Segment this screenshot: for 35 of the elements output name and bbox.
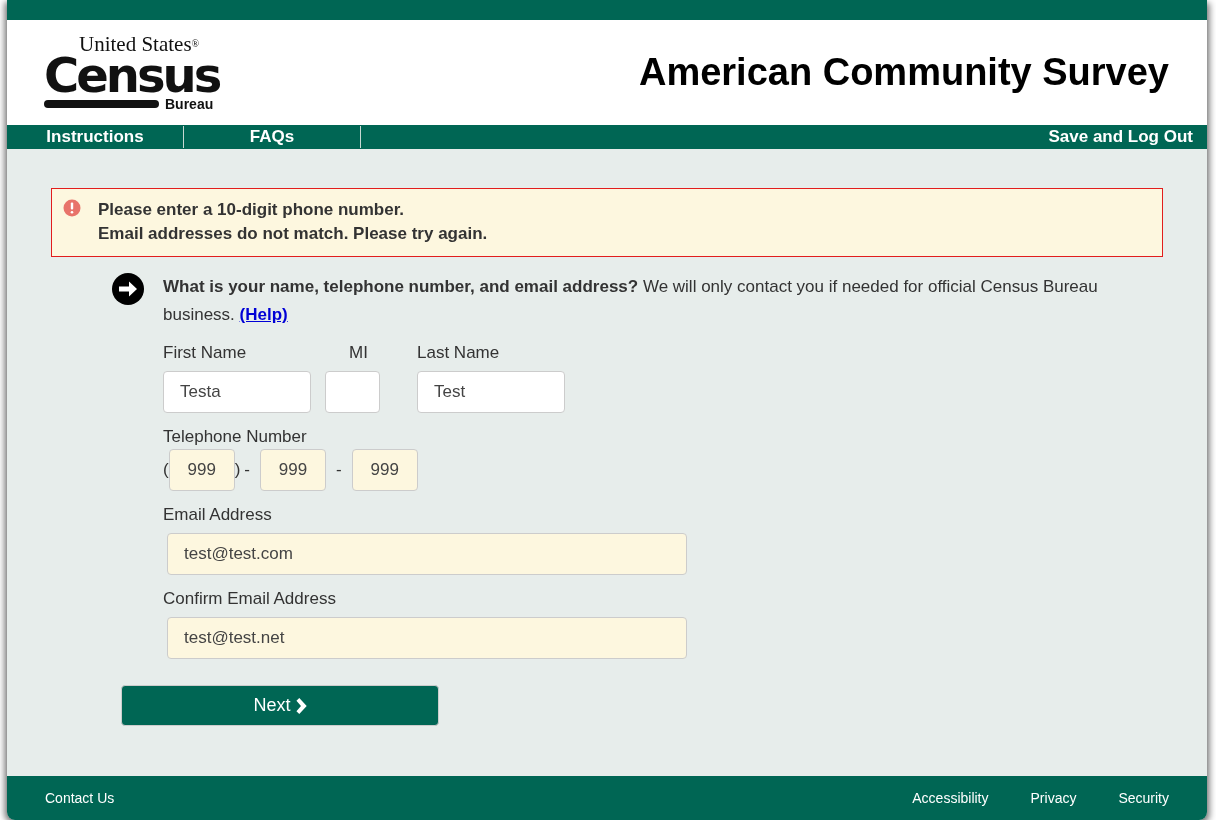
phone-field[interactable]: 999 (168, 449, 235, 491)
phone-field[interactable]: 999 (351, 449, 418, 491)
logout-link[interactable]: Save and Log Out (1048, 127, 1207, 147)
dash: - (244, 460, 250, 480)
page-title: American Community Survey (638, 51, 1169, 94)
parenthesis: ) (234, 460, 241, 480)
next-button[interactable]: Next (121, 685, 439, 726)
footer-link[interactable]: Privacy (1030, 790, 1077, 806)
logo-text: Bureau (165, 96, 214, 111)
text-field[interactable] (325, 371, 380, 413)
error-text: Please enter a 10-digit phone number. (98, 199, 406, 221)
parenthesis: ( (163, 460, 169, 480)
field-label: Confirm Email Address (163, 589, 337, 609)
field-label: MI (349, 343, 369, 363)
footer-link[interactable]: Security (1118, 790, 1169, 806)
error-icon (63, 199, 81, 217)
nav-link[interactable]: Instructions (7, 126, 184, 148)
email-field[interactable]: test@test.net (167, 617, 687, 659)
field-label: Telephone Number (163, 427, 308, 447)
registered-mark: ® (191, 37, 200, 49)
help-link[interactable]: (Help) (239, 305, 288, 324)
text-field[interactable]: Testa (163, 371, 311, 413)
dash: - (336, 460, 342, 480)
error-text: Email addresses do not match. Please try again. (98, 223, 488, 245)
chevron-icon (294, 697, 307, 714)
field-label: First Name (163, 343, 248, 363)
footer-link[interactable]: Accessibility (912, 790, 989, 806)
footer-link[interactable]: Contact Us (45, 790, 115, 806)
phone-field[interactable]: 999 (260, 449, 326, 491)
field-label: Last Name (417, 343, 501, 363)
nav-link[interactable]: FAQs (184, 126, 361, 148)
field-label: Email Address (163, 505, 273, 525)
text-field[interactable]: Test (417, 371, 565, 413)
email-field[interactable]: test@test.com (167, 533, 687, 575)
question-text: What is your name, telephone number, and email address? We will only contact you if needed for official Census Bureau business. (Help) (163, 276, 1099, 326)
